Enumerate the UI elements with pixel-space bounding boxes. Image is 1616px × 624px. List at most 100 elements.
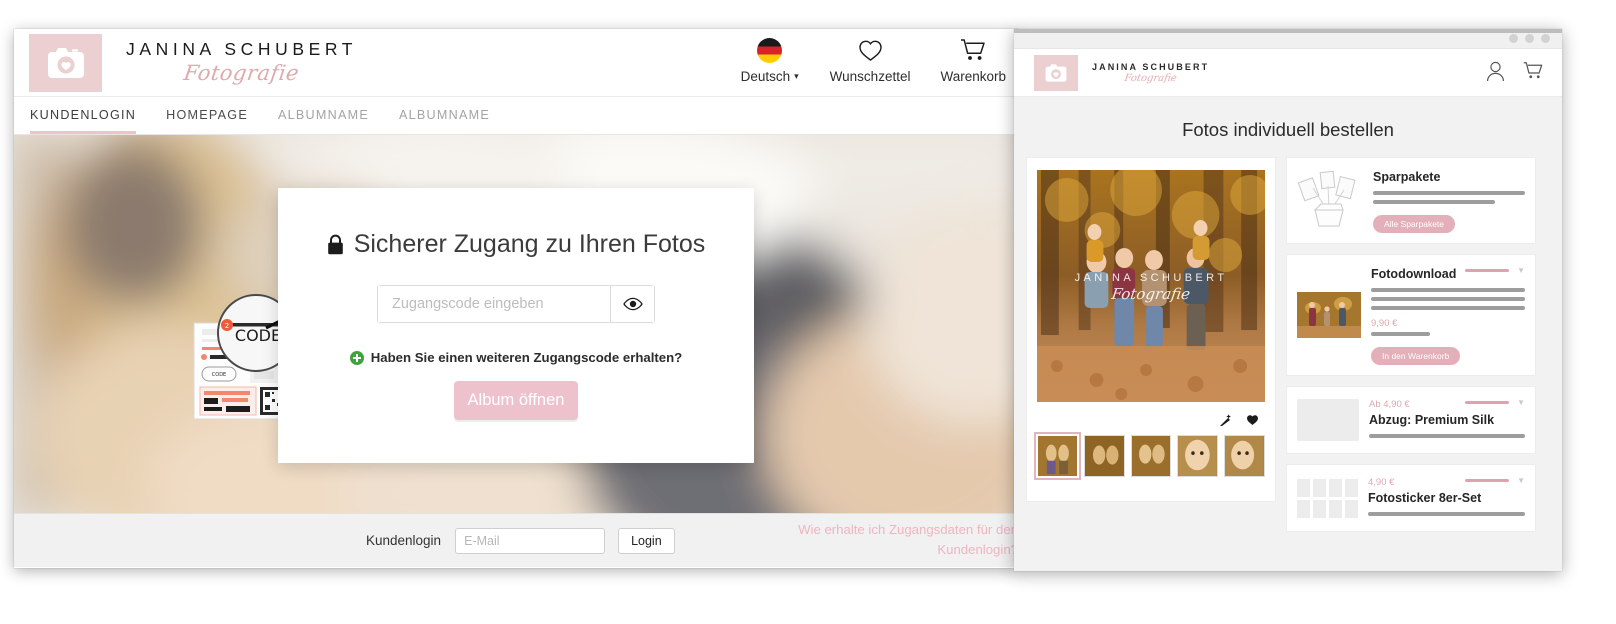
shop-brand: JANINA SCHUBERT Fotografie: [1092, 62, 1209, 84]
shop-header: JANINA SCHUBERT Fotografie: [1014, 49, 1562, 97]
thumbnail-1[interactable]: [1034, 432, 1081, 480]
camera-heart-icon: [29, 33, 102, 92]
thumbnail-3[interactable]: [1130, 435, 1172, 477]
thumbnail-5[interactable]: [1224, 435, 1265, 477]
product-card-fotosticker[interactable]: ▼ 4,90 € Fotosticker 8er-Set: [1286, 464, 1536, 532]
german-flag-icon: [757, 37, 783, 63]
photo-shop-browser-window: JANINA SCHUBERT Fotografie Fotos individ…: [1014, 29, 1562, 571]
brand-name: JANINA SCHUBERT: [126, 39, 358, 60]
skeleton-line: [1373, 191, 1525, 195]
language-label: Deutsch: [740, 69, 791, 84]
skeleton-line: [1371, 306, 1525, 310]
product-card-sparpakete[interactable]: Sparpakete Alle Sparpakete: [1286, 157, 1536, 244]
skeleton-line: [1369, 434, 1525, 438]
site-header: JANINA SCHUBERT Fotografie Deutsch ▾ Wuns…: [14, 29, 1018, 97]
login-button[interactable]: Login: [618, 527, 675, 554]
skeleton-line: [1371, 332, 1430, 336]
window-dot-1[interactable]: [1509, 34, 1518, 43]
photo-viewer-panel: JANINA SCHUBERT Fotografie: [1026, 157, 1276, 502]
magnifier-code-label: CODE: [235, 326, 281, 345]
photo-action-tools: [1037, 402, 1265, 435]
shop-brand-name: JANINA SCHUBERT: [1092, 61, 1210, 72]
shop-body: JANINA SCHUBERT Fotografie Sparpakete Al…: [1014, 157, 1562, 532]
main-photo[interactable]: JANINA SCHUBERT Fotografie: [1037, 170, 1265, 402]
gift-box-photos-icon: [1297, 168, 1363, 233]
gray-rect: [1297, 397, 1359, 443]
product-title: Fotosticker 8er-Set: [1368, 491, 1482, 505]
access-code-field-group: [377, 285, 655, 323]
product-card-abzug-premium-silk[interactable]: ▼ Ab 4,90 € Abzug: Premium Silk: [1286, 386, 1536, 454]
access-code-input[interactable]: [378, 286, 610, 322]
tab-kundenlogin[interactable]: KUNDENLOGIN: [30, 98, 154, 134]
tab-homepage[interactable]: HOMEPAGE: [166, 98, 266, 133]
header-utility-nav: Deutsch ▾ Wunschzettel Warenkorb: [740, 37, 1006, 84]
cart-button[interactable]: Warenkorb: [940, 37, 1006, 84]
divider-line: [1465, 269, 1509, 272]
window-bottom-edge: [1014, 563, 1562, 571]
divider-line: [1465, 479, 1509, 482]
thumbnail-strip: [1034, 432, 1265, 480]
skeleton-line: [1371, 297, 1525, 301]
email-field[interactable]: [455, 527, 606, 554]
wishlist-label: Wunschzettel: [829, 69, 911, 84]
code-badge-number: 2: [225, 322, 229, 330]
customer-login-label: Kundenlogin: [366, 533, 442, 548]
product-info: Fotodownload 9,90 € In den Warenkorb: [1371, 265, 1525, 365]
main-nav-tabs: KUNDENLOGIN HOMEPAGE ALBUMNAME ALBUMNAME: [14, 97, 1018, 135]
heart-icon[interactable]: [1246, 414, 1259, 426]
plus-circle-icon: [349, 350, 364, 365]
skeleton-line: [1368, 512, 1525, 516]
tab-albumname-2[interactable]: ALBUMNAME: [399, 98, 508, 133]
customer-login-browser-window: JANINA SCHUBERT Fotografie Deutsch ▾ Wuns…: [14, 29, 1018, 568]
all-packages-button[interactable]: Alle Sparpakete: [1373, 215, 1456, 233]
magic-wand-icon[interactable]: [1219, 413, 1233, 427]
chevron-down-icon[interactable]: ▼: [1517, 476, 1525, 485]
user-account-icon[interactable]: [1486, 61, 1505, 82]
divider-line: [1465, 401, 1509, 404]
product-info: Sparpakete Alle Sparpakete: [1373, 168, 1525, 233]
sticker-grid: [1297, 475, 1358, 521]
chevron-down-icon[interactable]: ▼: [1517, 398, 1525, 407]
chevron-down-icon: ▾: [794, 71, 799, 81]
shopping-cart-icon[interactable]: [1523, 61, 1544, 80]
window-dot-3[interactable]: [1541, 34, 1550, 43]
thumbnail-4[interactable]: [1177, 435, 1219, 477]
language-selector[interactable]: Deutsch ▾: [740, 37, 800, 84]
hero-section: CODE 2 CODE Sicherer Zugang zu Ihren Fot…: [14, 135, 1018, 513]
eye-icon: [622, 297, 643, 311]
camera-heart-icon[interactable]: [1034, 54, 1078, 91]
product-price: 9,90 €: [1371, 318, 1398, 329]
cart-label: Warenkorb: [940, 69, 1006, 84]
skeleton-line: [1373, 200, 1495, 204]
tab-albumname-1[interactable]: ALBUMNAME: [278, 98, 387, 133]
window-controls[interactable]: [1509, 34, 1550, 43]
photo-thumb: [1297, 265, 1361, 365]
wishlist-button[interactable]: Wunschzettel: [829, 37, 911, 84]
shop-header-icons: [1486, 61, 1544, 82]
product-list: Sparpakete Alle Sparpakete ▼ Fotodownloa…: [1286, 157, 1536, 532]
login-card-title-row: Sicherer Zugang zu Ihren Fotos: [278, 230, 754, 259]
window-dot-2[interactable]: [1525, 34, 1534, 43]
skeleton-line: [1371, 288, 1525, 292]
shop-brand-tagline: Fotografie: [1123, 72, 1178, 84]
secure-access-card: Sicherer Zugang zu Ihren Fotos Haben Sie…: [278, 188, 754, 463]
brand-tagline: Fotografie: [182, 60, 301, 85]
watermark-line-1: JANINA SCHUBERT: [1074, 272, 1228, 285]
chevron-down-icon[interactable]: ▼: [1517, 266, 1525, 275]
brand-logo[interactable]: JANINA SCHUBERT Fotografie: [29, 33, 358, 92]
shopping-cart-icon: [960, 37, 987, 63]
page-title: Sicherer Zugang zu Ihren Fotos: [353, 230, 706, 258]
additional-code-link[interactable]: Haben Sie einen weiteren Zugangscode erh…: [278, 350, 754, 365]
login-help-link[interactable]: Wie erhalte ich Zugangsdaten für den Kun…: [788, 520, 1018, 560]
footer-login-bar: Kundenlogin Login Wie erhalte ich Zugang…: [14, 513, 1018, 567]
watermark-line-2: Fotografie: [1110, 285, 1192, 304]
thumbnail-2[interactable]: [1083, 435, 1125, 477]
toggle-code-visibility-button[interactable]: [610, 286, 654, 322]
product-card-fotodownload[interactable]: ▼ Fotodownload 9,90 € In den Warenkorb: [1286, 254, 1536, 376]
additional-code-label: Haben Sie einen weiteren Zugangscode erh…: [370, 350, 683, 365]
sticker-sheet-preview: [1297, 478, 1358, 518]
open-album-button[interactable]: Album öffnen: [454, 381, 578, 420]
window-chrome: [1014, 29, 1562, 49]
add-to-cart-button[interactable]: In den Warenkorb: [1371, 347, 1461, 365]
product-title: Abzug: Premium Silk: [1369, 413, 1495, 427]
